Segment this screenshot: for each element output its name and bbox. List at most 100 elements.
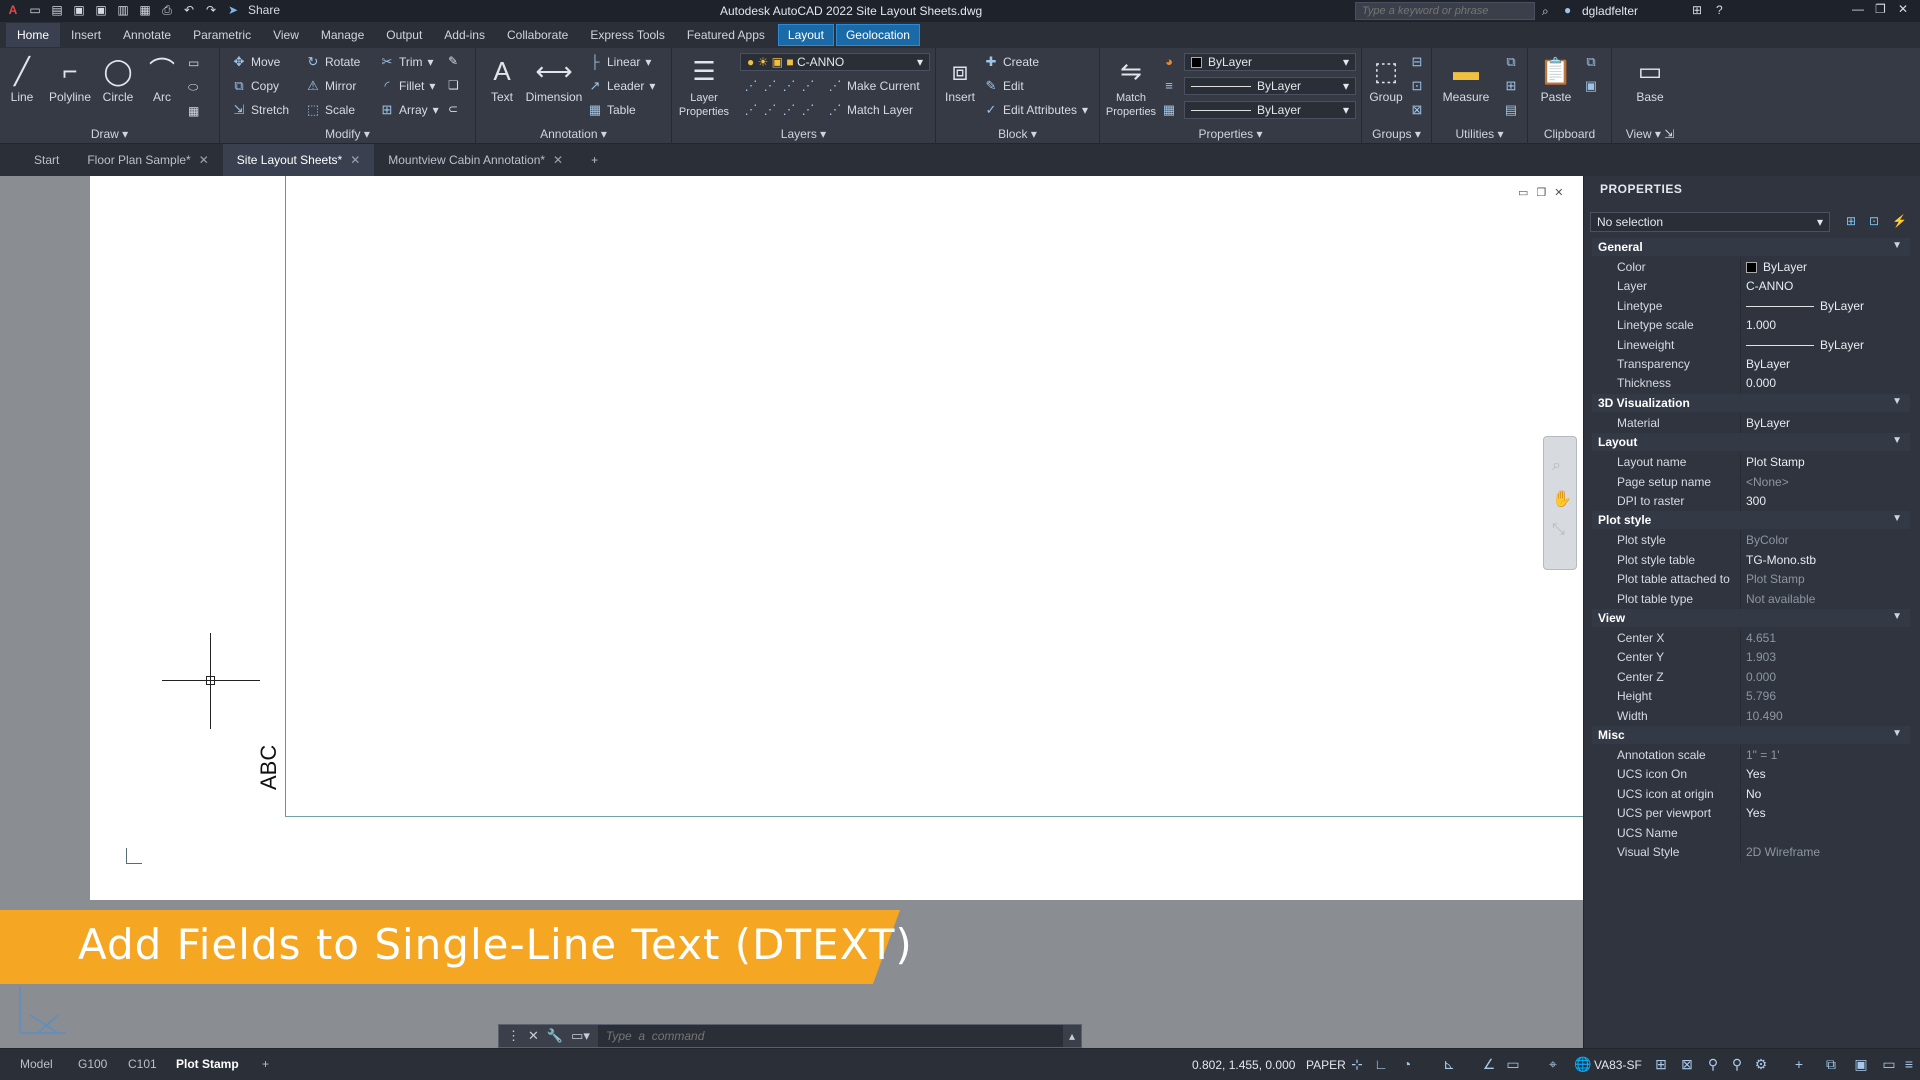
copy-button[interactable]: ⧉ Copy — [232, 78, 279, 94]
utilities-panel-title[interactable]: Utilities ▾ — [1432, 127, 1527, 141]
array-button[interactable]: ⊞ Array ▾ — [380, 102, 439, 118]
collapse-icon[interactable]: ▼ — [1892, 435, 1902, 446]
autocad-logo-icon[interactable]: A — [6, 3, 20, 17]
create-block-button[interactable]: ✚ Create — [984, 54, 1039, 70]
single-line-text-object[interactable]: ABC — [256, 745, 282, 790]
layout-tab-model[interactable]: Model — [10, 1055, 63, 1073]
close-tab-icon[interactable]: ✕ — [553, 153, 563, 167]
mirror-button[interactable]: ⚠ Mirror — [306, 78, 356, 94]
property-row[interactable]: DPI to raster 300 — [1592, 492, 1910, 511]
layers-panel-title[interactable]: Layers ▾ — [672, 127, 935, 141]
table-button[interactable]: ▦ Table — [588, 102, 636, 118]
property-value[interactable]: 1.903 — [1746, 650, 1776, 664]
command-customize-icon[interactable]: 🔧 — [547, 1028, 563, 1044]
layer-properties-button[interactable]: ☰ Layer Properties — [674, 52, 734, 118]
undo-icon[interactable]: ↶ — [182, 3, 196, 17]
groups-panel-title[interactable]: Groups ▾ — [1362, 127, 1431, 141]
polar-icon[interactable]: ◔ — [1398, 1056, 1416, 1074]
property-row[interactable]: UCS icon at origin No — [1592, 784, 1910, 804]
layer-tools-row2[interactable]: ⋰ ⋰ ⋰ ⋰ — [744, 102, 815, 118]
doc-tab-floor-plan[interactable]: Floor Plan Sample* ✕ — [73, 144, 222, 176]
property-value[interactable]: ByLayer — [1746, 416, 1790, 430]
scale-button[interactable]: ⬚ Scale — [306, 102, 355, 118]
match-layer-button[interactable]: ⋰ Match Layer — [828, 102, 914, 118]
ungroup-icon[interactable]: ⊟ — [1410, 54, 1424, 70]
property-value[interactable]: 0.000 — [1746, 670, 1776, 684]
tab-express-tools[interactable]: Express Tools — [579, 23, 675, 47]
clipboard-panel-title[interactable]: Clipboard — [1528, 127, 1611, 141]
property-row[interactable]: Center X 4.651 — [1592, 629, 1910, 648]
property-row[interactable]: Layer C-ANNO — [1592, 277, 1910, 297]
group-edit-icon[interactable]: ⊡ — [1410, 78, 1424, 94]
command-close-icon[interactable]: ✕ — [528, 1028, 539, 1044]
selection-dropdown[interactable]: No selection ▾ — [1590, 212, 1830, 232]
linear-button[interactable]: ├ Linear ▾ — [588, 54, 651, 69]
group-button[interactable]: ⬚ Group — [1364, 52, 1408, 104]
navigation-bar[interactable]: ⌕ ✋ ⤡ — [1543, 436, 1577, 570]
tab-output[interactable]: Output — [375, 23, 433, 47]
command-input[interactable] — [597, 1025, 1063, 1047]
property-value[interactable]: C-ANNO — [1746, 279, 1793, 293]
auto-scale-icon[interactable]: ⚲ — [1728, 1056, 1746, 1074]
property-row[interactable]: Material ByLayer — [1592, 413, 1910, 433]
tab-insert[interactable]: Insert — [60, 23, 112, 47]
property-category[interactable]: General ▼ — [1592, 238, 1910, 256]
property-value[interactable]: ByLayer — [1746, 260, 1807, 274]
viewport-minimize-icon[interactable]: ▭ — [1518, 186, 1528, 199]
lineweight-dropdown[interactable]: ByLayer ▾ — [1184, 101, 1356, 119]
utility-icon-1[interactable]: ⧉ — [1504, 54, 1518, 70]
otrack-icon[interactable]: ∠ — [1480, 1056, 1498, 1074]
cart-icon[interactable]: ⊞ — [1692, 3, 1702, 17]
ellipse-icon[interactable]: ⬭ — [188, 80, 198, 95]
property-value[interactable]: Not available — [1746, 592, 1815, 606]
layout-tab-plot-stamp[interactable]: Plot Stamp — [166, 1055, 249, 1073]
insert-button[interactable]: ⧈ Insert — [938, 52, 982, 104]
color-wheel-icon[interactable]: ◕ — [1162, 54, 1176, 69]
property-value[interactable]: 300 — [1746, 494, 1766, 508]
property-category[interactable]: Plot style ▼ — [1592, 511, 1910, 530]
property-value[interactable]: Yes — [1746, 767, 1766, 781]
transparency-icon[interactable]: ▦ — [1162, 102, 1176, 118]
annotation-panel-title[interactable]: Annotation ▾ — [476, 127, 671, 141]
property-value[interactable]: ByLayer — [1746, 299, 1864, 313]
new-tab-button[interactable]: + — [577, 144, 612, 176]
workspace-gear-icon[interactable]: ⚙ — [1752, 1056, 1770, 1074]
search-input[interactable] — [1355, 2, 1535, 20]
quick-select-icon[interactable]: ⚡ — [1892, 214, 1907, 228]
save-icon[interactable]: ▣ — [72, 3, 86, 17]
print-icon[interactable]: ⎙ — [160, 3, 174, 17]
make-current-button[interactable]: ⋰ Make Current — [828, 78, 920, 94]
paste-button[interactable]: 📋 Paste — [1534, 52, 1578, 104]
property-value[interactable]: 0.000 — [1746, 376, 1776, 390]
dimension-button[interactable]: ⟷ Dimension — [524, 52, 584, 104]
tab-parametric[interactable]: Parametric — [182, 23, 262, 47]
match-properties-button[interactable]: ⇋ Match Properties — [1104, 52, 1158, 118]
property-row[interactable]: Lineweight ByLayer — [1592, 335, 1910, 355]
zoom-icon[interactable]: ⌕ — [1552, 457, 1561, 475]
customization-icon[interactable]: ≡ — [1900, 1056, 1918, 1074]
property-value[interactable]: <None> — [1746, 475, 1789, 489]
toggle-pickadd-icon[interactable]: ⊞ — [1846, 214, 1856, 228]
rotate-button[interactable]: ↻ Rotate — [306, 54, 361, 70]
polyline-button[interactable]: ⌐ Polyline — [44, 52, 96, 104]
publish-icon[interactable]: ▥ — [116, 3, 130, 17]
plus-icon[interactable]: + — [1790, 1056, 1808, 1074]
hatch-icon[interactable]: ▦ — [188, 104, 199, 118]
add-layout-button[interactable]: + — [252, 1055, 279, 1073]
property-row[interactable]: UCS per viewport Yes — [1592, 804, 1910, 824]
open-folder-icon[interactable]: ▤ — [50, 3, 64, 17]
property-category[interactable]: View ▼ — [1592, 609, 1910, 627]
select-objects-icon[interactable]: ⊡ — [1869, 214, 1879, 228]
close-icon[interactable]: ✕ — [1898, 2, 1908, 16]
viewport-border-bottom[interactable] — [285, 816, 1583, 817]
search-icon[interactable]: ⌕ — [1542, 4, 1549, 19]
doc-tab-mountview[interactable]: Mountview Cabin Annotation* ✕ — [374, 144, 577, 176]
property-row[interactable]: Transparency ByLayer — [1592, 355, 1910, 374]
trim-button[interactable]: ✂ Trim ▾ — [380, 54, 434, 70]
property-value[interactable]: Plot Stamp — [1746, 455, 1805, 469]
color-dropdown[interactable]: ByLayer ▾ — [1184, 53, 1356, 71]
stretch-button[interactable]: ⇲ Stretch — [232, 102, 289, 118]
block-panel-title[interactable]: Block ▾ — [936, 127, 1099, 141]
offset-icon[interactable]: ⊂ — [448, 102, 458, 116]
edit-block-button[interactable]: ✎ Edit — [984, 78, 1024, 94]
